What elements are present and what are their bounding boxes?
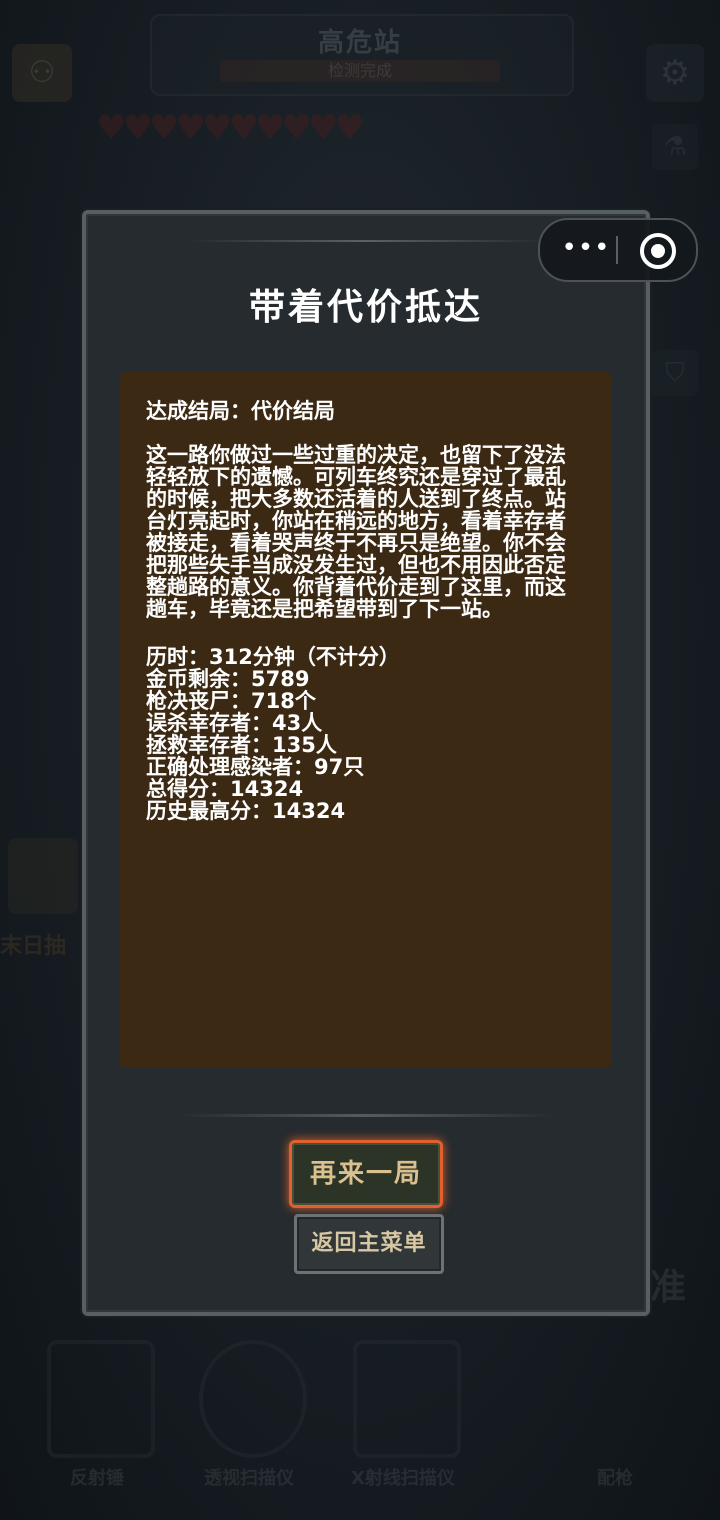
magnifier-icon [199, 1340, 307, 1458]
add-user-icon: ⚇ [12, 44, 72, 102]
stat-infected: 正确处理感染者：97只 [146, 755, 365, 779]
flask-icon: ⚗ [652, 124, 698, 170]
ready-label: 准 [650, 1267, 687, 1308]
stat-total-score: 总得分：14324 [146, 777, 304, 801]
bottom-divider [176, 1114, 556, 1117]
stat-zombies: 枪决丧尸：718个 [146, 689, 316, 713]
gun-icon [565, 1340, 665, 1450]
tool-label: 配枪 [597, 1468, 633, 1489]
ending-story: 这一路你做过一些过重的决定，也留下了没法轻轻放下的遗憾。可列车终究还是穿过了最乱… [146, 443, 566, 621]
more-icon[interactable]: ••• [556, 220, 616, 280]
stat-mistakes: 误杀幸存者：43人 [146, 711, 323, 735]
wheel-icon [8, 838, 78, 914]
gear-icon: ⚙ [646, 44, 704, 102]
capsule-separator [616, 236, 618, 264]
stat-duration: 历时：312分钟（不计分） [146, 645, 400, 669]
shield-icon: ⛉ [652, 350, 698, 396]
ending-content-panel: 达成结局：代价结局 这一路你做过一些过重的决定，也留下了没法轻轻放下的遗憾。可列… [120, 372, 612, 1068]
ending-dialog: 带着代价抵达 达成结局：代价结局 这一路你做过一些过重的决定，也留下了没法轻轻放… [82, 210, 650, 1316]
top-divider [186, 240, 546, 242]
tool-label: 透视扫描仪 [204, 1468, 294, 1489]
main-menu-button[interactable]: 返回主菜单 [294, 1214, 444, 1274]
station-title: 高危站 [317, 28, 402, 58]
tool-xray: X射线扫描仪 [338, 1340, 468, 1490]
stat-saved: 拯救幸存者：135人 [146, 733, 337, 757]
tool-label: 反射锤 [70, 1468, 124, 1489]
play-again-button[interactable]: 再来一局 [289, 1140, 443, 1208]
lottery-label: 末日抽 [0, 934, 67, 959]
miniprogram-capsule: ••• [538, 218, 698, 282]
dialog-title: 带着代价抵达 [248, 287, 483, 328]
close-target-icon[interactable] [640, 233, 676, 269]
tool-reflex-hammer: 反射锤 [32, 1340, 162, 1490]
tool-label: X射线扫描仪 [351, 1468, 455, 1489]
stat-coins: 金币剩余：5789 [146, 667, 310, 691]
ending-line: 达成结局：代价结局 [146, 399, 335, 423]
stat-high-score: 历史最高分：14324 [146, 799, 346, 823]
stats-list: 历时：312分钟（不计分） 金币剩余：5789 枪决丧尸：718个 误杀幸存者：… [146, 646, 586, 822]
hammer-icon [47, 1340, 155, 1458]
tool-gun: 配枪 [550, 1340, 680, 1490]
health-hearts: ♥♥♥♥♥♥♥♥♥♥ [96, 108, 365, 148]
xray-icon [353, 1340, 461, 1458]
station-status: 检测完成 [220, 60, 500, 82]
tool-scanner: 透视扫描仪 [184, 1340, 314, 1490]
